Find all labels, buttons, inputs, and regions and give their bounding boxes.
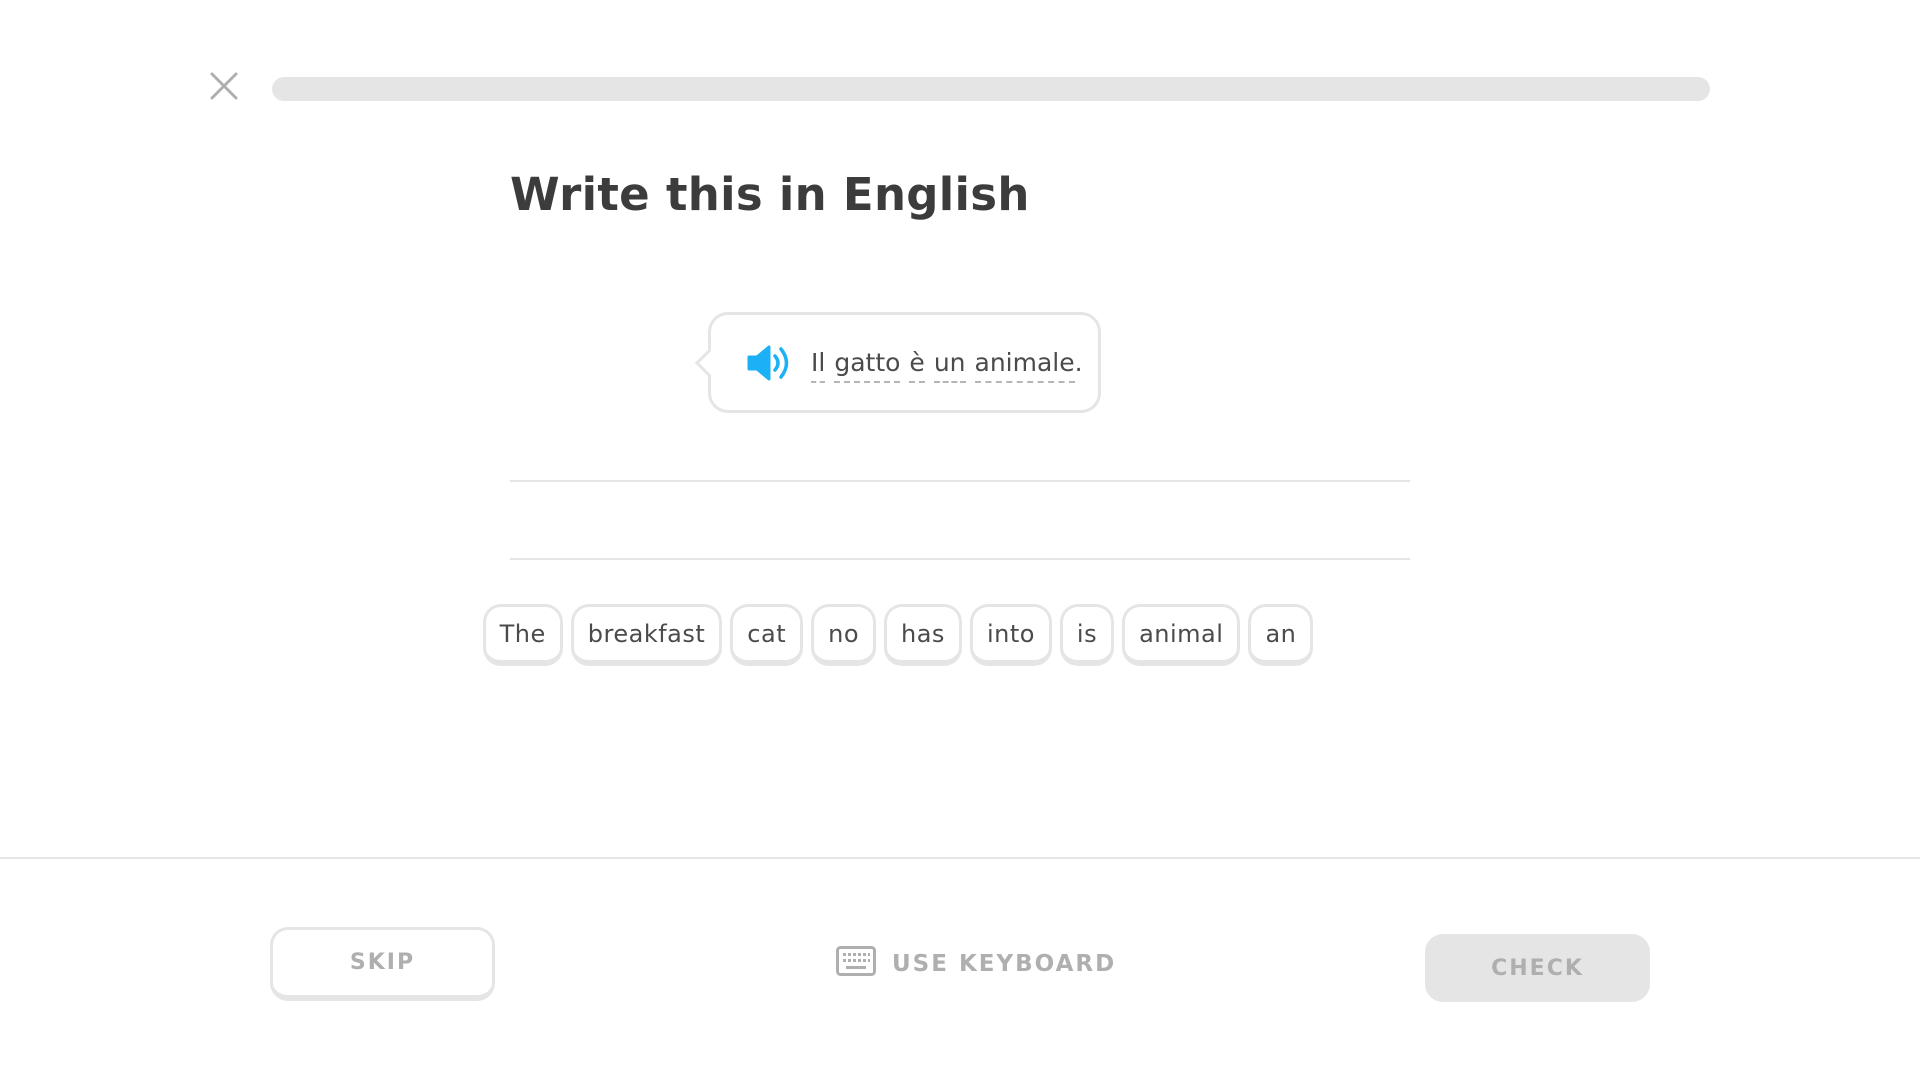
close-icon[interactable] bbox=[208, 70, 240, 102]
prompt-word[interactable]: animale bbox=[974, 348, 1075, 383]
answer-area[interactable] bbox=[510, 480, 1410, 560]
word-chip[interactable]: breakfast bbox=[570, 604, 723, 666]
lesson-progress-bar bbox=[272, 77, 1710, 101]
prompt-word[interactable]: Il bbox=[811, 348, 826, 383]
lesson-page: Write this in English Il gatto è un animale.… bbox=[0, 0, 1920, 1066]
word-chip[interactable]: animal bbox=[1122, 604, 1241, 666]
word-chip[interactable]: cat bbox=[730, 604, 804, 666]
prompt-word[interactable]: un bbox=[933, 348, 966, 383]
prompt-word[interactable]: gatto bbox=[834, 348, 901, 383]
answer-line-top bbox=[510, 480, 1410, 482]
prompt-sentence: Il gatto è un animale. bbox=[811, 348, 1083, 383]
keyboard-icon bbox=[836, 946, 876, 982]
word-chip[interactable]: into bbox=[969, 604, 1052, 666]
word-chip[interactable]: has bbox=[884, 604, 962, 666]
bubble-tail bbox=[694, 348, 724, 378]
prompt-word[interactable]: è bbox=[909, 348, 925, 383]
use-keyboard-label: USE KEYBOARD bbox=[892, 951, 1117, 977]
word-chip[interactable]: The bbox=[482, 604, 563, 666]
answer-line-bottom bbox=[510, 558, 1410, 560]
check-button[interactable]: CHECK bbox=[1425, 934, 1650, 1002]
prompt-bubble: Il gatto è un animale. bbox=[694, 312, 1101, 413]
word-chip[interactable]: no bbox=[811, 604, 877, 666]
word-chip[interactable]: is bbox=[1059, 604, 1115, 666]
exercise-title: Write this in English bbox=[510, 168, 1030, 221]
word-bank: The breakfast cat no has into is animal … bbox=[0, 604, 1920, 666]
speaker-icon[interactable] bbox=[747, 343, 795, 383]
prompt-period: . bbox=[1074, 348, 1083, 377]
skip-button[interactable]: SKIP bbox=[270, 927, 495, 1001]
word-chip[interactable]: an bbox=[1248, 604, 1314, 666]
footer-divider bbox=[0, 857, 1920, 859]
use-keyboard-button[interactable]: USE KEYBOARD bbox=[836, 944, 1116, 984]
